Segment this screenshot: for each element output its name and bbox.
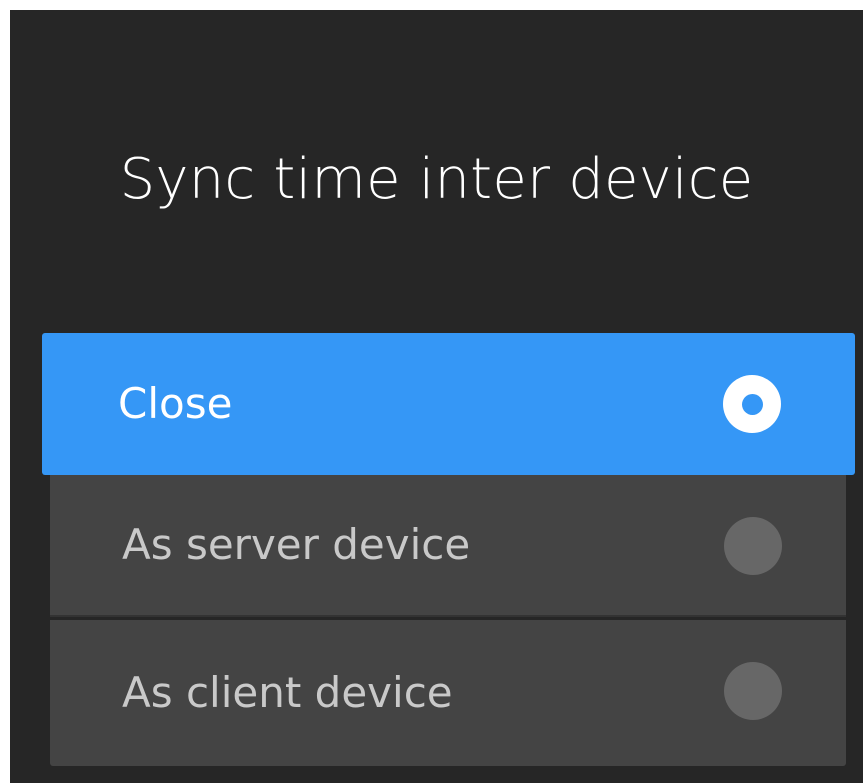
radio-selected-icon[interactable] bbox=[723, 375, 781, 433]
sync-dialog-screen: Sync time inter device Close As server d… bbox=[10, 10, 863, 783]
radio-unselected-icon[interactable] bbox=[724, 517, 782, 575]
radio-unselected-icon[interactable] bbox=[724, 662, 782, 720]
sync-option-list: Close As server device As client device bbox=[10, 10, 863, 783]
option-as-server-device-label: As server device bbox=[122, 520, 471, 569]
option-close-label: Close bbox=[118, 379, 233, 428]
option-as-server-device[interactable]: As server device bbox=[50, 475, 846, 617]
option-as-client-device-label: As client device bbox=[122, 668, 453, 717]
option-as-client-device[interactable]: As client device bbox=[50, 620, 846, 766]
option-close[interactable]: Close bbox=[42, 333, 855, 475]
